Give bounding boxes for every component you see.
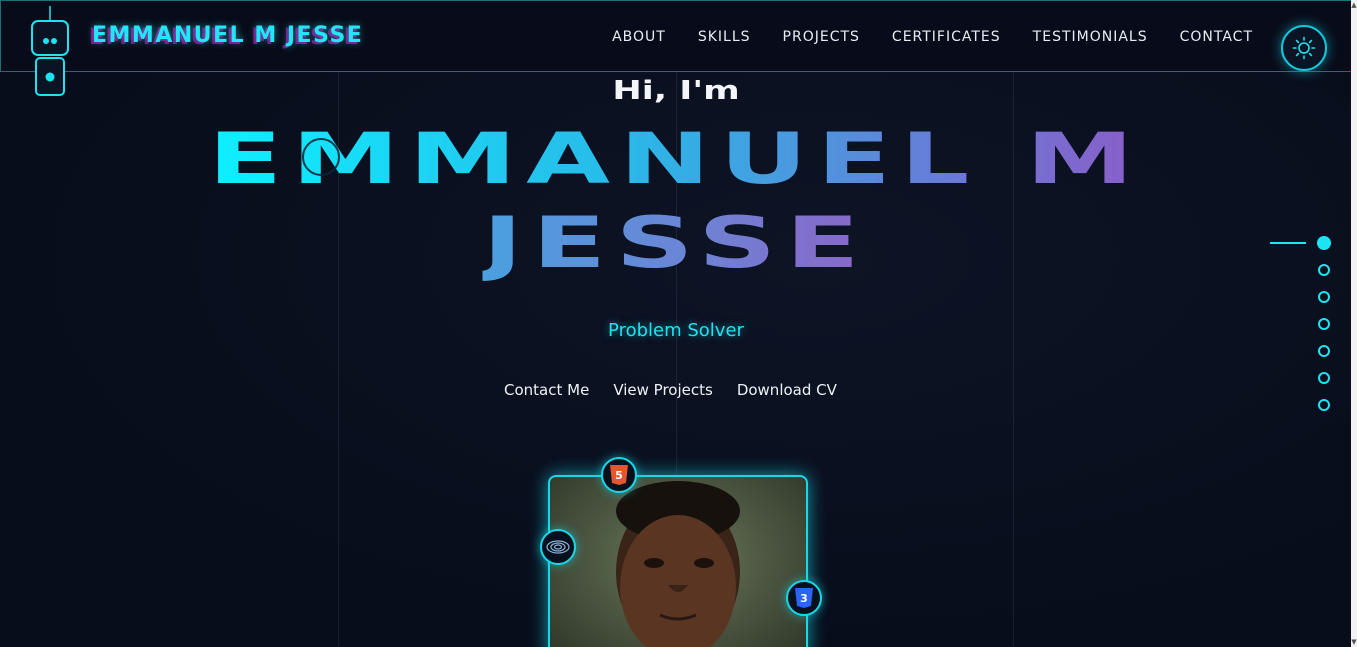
portfolio-page: EMMANUEL M JESSE ABOUT SKILLS PROJECTS C… <box>0 0 1357 647</box>
nav-certificates[interactable]: CERTIFICATES <box>892 29 1001 45</box>
brand-name[interactable]: EMMANUEL M JESSE <box>92 23 363 48</box>
section-indicator-line <box>1270 242 1306 244</box>
hero-greeting: Hi, I'm <box>612 76 740 106</box>
section-dot-6[interactable] <box>1318 372 1330 384</box>
profile-photo <box>548 475 808 647</box>
html5-icon: 5 <box>601 457 637 493</box>
section-dot-5[interactable] <box>1318 345 1330 357</box>
decorative-ring <box>302 138 340 176</box>
scroll-down-icon[interactable]: ▼ <box>1351 637 1357 647</box>
nav-contact[interactable]: CONTACT <box>1180 29 1253 45</box>
nav-skills[interactable]: SKILLS <box>698 29 751 45</box>
css3-icon: 3 <box>786 580 822 616</box>
nav-about[interactable]: ABOUT <box>612 29 666 45</box>
hero-name-text: JESSE <box>482 202 870 284</box>
download-cv-button[interactable]: Download CV <box>737 381 837 399</box>
nav-projects[interactable]: PROJECTS <box>783 29 860 45</box>
sun-icon <box>1292 36 1316 60</box>
section-dot-4[interactable] <box>1318 318 1330 330</box>
contact-me-button[interactable]: Contact Me <box>504 381 589 399</box>
profile-avatar-illustration <box>616 481 740 647</box>
page-scrollbar[interactable]: ▲ ▼ <box>1351 0 1357 647</box>
hero-role: Problem Solver <box>608 320 744 341</box>
hero-name-line-2: JESSE <box>0 202 1352 284</box>
site-header: EMMANUEL M JESSE ABOUT SKILLS PROJECTS C… <box>0 0 1352 72</box>
section-dot-7[interactable] <box>1318 399 1330 411</box>
section-dot-1[interactable] <box>1317 236 1331 250</box>
svg-text:5: 5 <box>615 469 623 482</box>
section-dot-3[interactable] <box>1318 291 1330 303</box>
theme-toggle-button[interactable] <box>1281 25 1327 71</box>
section-dot-2[interactable] <box>1318 264 1330 276</box>
hero-name-line-1: EMMANUEL M <box>0 118 1352 200</box>
main-nav: ABOUT SKILLS PROJECTS CERTIFICATES TESTI… <box>612 29 1253 45</box>
svg-text:3: 3 <box>800 592 808 605</box>
nav-testimonials[interactable]: TESTIMONIALS <box>1033 29 1148 45</box>
hero-name-text: EMMANUEL M <box>208 118 1144 200</box>
hero-actions: Contact Me View Projects Download CV <box>504 381 837 399</box>
target-icon <box>540 529 576 565</box>
scroll-up-icon[interactable]: ▲ <box>1351 0 1357 10</box>
view-projects-button[interactable]: View Projects <box>613 381 713 399</box>
